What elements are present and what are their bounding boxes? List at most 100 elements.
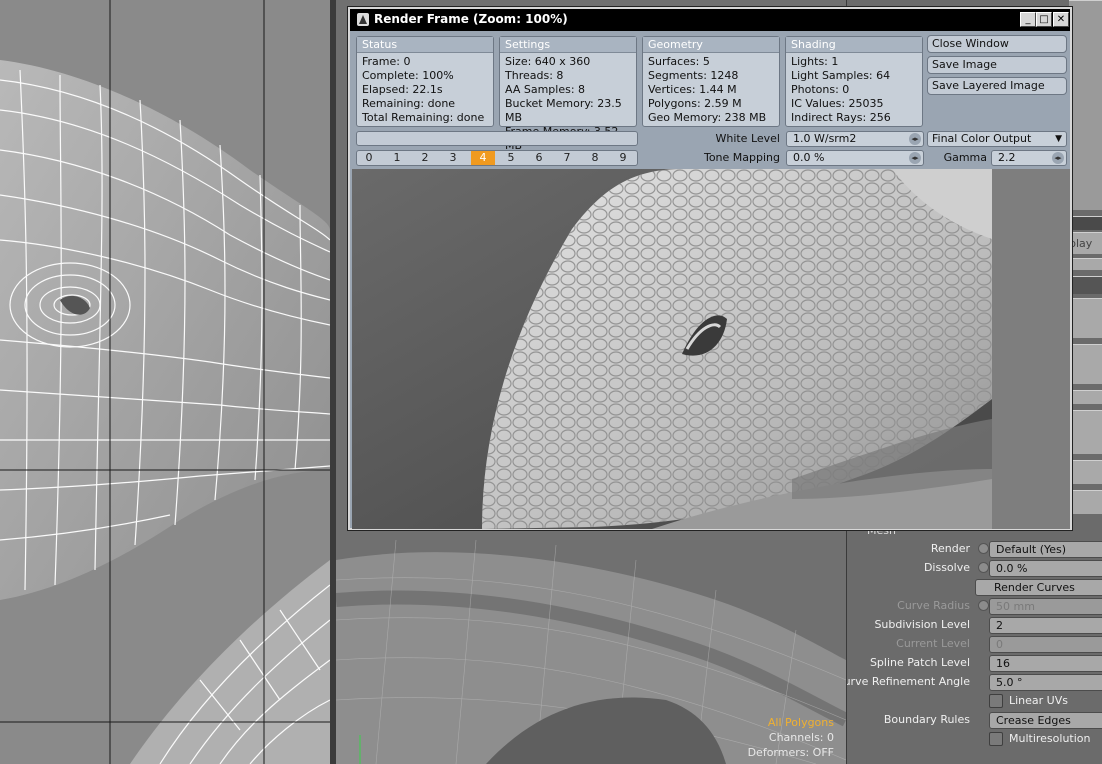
shading-line: Light Samples: 64 xyxy=(791,69,891,82)
geometry-line: Surfaces: 5 xyxy=(648,55,710,68)
shading-line: Photons: 0 xyxy=(791,83,850,96)
spline-patch-level-field[interactable]: 16 xyxy=(989,655,1102,672)
current-level-label: Current Level xyxy=(896,637,970,650)
render-knob[interactable] xyxy=(978,543,989,554)
window-titlebar[interactable]: Render Frame (Zoom: 100%) _ □ ✕ xyxy=(350,9,1070,31)
dissolve-knob[interactable] xyxy=(978,562,989,573)
bucket-button[interactable]: 9 xyxy=(611,151,635,165)
subdivision-level-field[interactable]: 2 xyxy=(989,617,1102,634)
settings-line: Bucket Memory: 23.5 MB xyxy=(505,97,622,124)
minimize-button[interactable]: _ xyxy=(1020,12,1036,27)
tone-mapping-field[interactable]: 0.0 % ◂▸ xyxy=(786,150,924,166)
status-box: Status Frame: 0 Complete: 100% Elapsed: … xyxy=(356,36,494,127)
white-level-value: 1.0 W/srm2 xyxy=(793,132,857,145)
dissolve-field[interactable]: 0.0 % xyxy=(989,560,1102,577)
boundary-rules-label: Boundary Rules xyxy=(883,713,970,726)
render-image-margin xyxy=(992,169,1070,529)
dissolve-row: Dissolve 0.0 % xyxy=(847,559,1102,578)
geometry-line: Geo Memory: 238 MB xyxy=(648,111,767,124)
bucket-button[interactable]: 1 xyxy=(385,151,409,165)
chevron-down-icon: ▼ xyxy=(1055,134,1062,144)
curve-radius-row: Curve Radius 50 mm xyxy=(847,597,1102,616)
maximize-button[interactable]: □ xyxy=(1036,12,1052,27)
uv-viewport[interactable] xyxy=(0,0,330,764)
curve-refinement-angle-field[interactable]: 5.0 ° xyxy=(989,674,1102,691)
multiresolution-row: Multiresolution xyxy=(847,730,1102,749)
panel-tab[interactable]: play xyxy=(1069,232,1102,254)
linear-uvs-checkbox[interactable] xyxy=(989,694,1003,708)
save-layered-image-button[interactable]: Save Layered Image xyxy=(927,77,1067,95)
white-level-label: White Level xyxy=(715,132,780,145)
geometry-line: Polygons: 2.59 M xyxy=(648,97,742,110)
bucket-button[interactable]: 2 xyxy=(413,151,437,165)
render-progress-bar xyxy=(356,131,638,146)
settings-line: AA Samples: 8 xyxy=(505,83,586,96)
curve-radius-knob[interactable] xyxy=(978,600,989,611)
render-field[interactable]: Default (Yes) xyxy=(989,541,1102,558)
close-window-button[interactable]: Close Window xyxy=(927,35,1067,53)
panel-strip xyxy=(1069,410,1102,454)
status-line: Remaining: done xyxy=(362,97,456,110)
curve-refinement-angle-row: Curve Refinement Angle 5.0 ° xyxy=(847,673,1102,692)
spline-patch-level-row: Spline Patch Level 16 xyxy=(847,654,1102,673)
bucket-button[interactable]: 7 xyxy=(555,151,579,165)
panel-strip xyxy=(1069,460,1102,484)
curve-refinement-angle-label: Curve Refinement Angle xyxy=(846,675,970,688)
white-level-field[interactable]: 1.0 W/srm2 ◂▸ xyxy=(786,131,924,147)
panel-strip xyxy=(1069,298,1102,338)
app-icon xyxy=(357,13,369,26)
linear-uvs-label: Linear UVs xyxy=(1009,694,1068,707)
selection-mode[interactable]: All Polygons xyxy=(748,715,834,730)
gamma-field[interactable]: 2.2 ◂▸ xyxy=(991,150,1067,166)
panel-strip xyxy=(1069,0,1102,210)
subdivision-level-label: Subdivision Level xyxy=(874,618,970,631)
window-title: Render Frame (Zoom: 100%) xyxy=(374,12,568,26)
spline-patch-level-label: Spline Patch Level xyxy=(869,656,970,669)
subdivision-level-row: Subdivision Level 2 xyxy=(847,616,1102,635)
tone-mapping-value: 0.0 % xyxy=(793,151,825,164)
bucket-button[interactable]: 8 xyxy=(583,151,607,165)
dragon-render-image xyxy=(352,169,992,529)
bucket-button-active[interactable]: 4 xyxy=(471,151,495,165)
settings-header: Settings xyxy=(500,37,636,53)
status-line: Frame: 0 xyxy=(362,55,411,68)
render-curves-toggle[interactable]: Render Curves xyxy=(975,579,1102,596)
geometry-line: Vertices: 1.44 M xyxy=(648,83,737,96)
dissolve-label: Dissolve xyxy=(923,561,970,574)
render-frame-window[interactable]: Render Frame (Zoom: 100%) _ □ ✕ Status F… xyxy=(348,7,1072,530)
render-label: Render xyxy=(930,542,970,555)
spinner-icon[interactable]: ◂▸ xyxy=(1052,152,1064,164)
panel-strip xyxy=(1069,390,1102,404)
panel-strip xyxy=(1069,276,1102,294)
spinner-icon[interactable]: ◂▸ xyxy=(909,133,921,145)
spinner-icon[interactable]: ◂▸ xyxy=(909,152,921,164)
shading-header: Shading xyxy=(786,37,922,53)
bucket-button[interactable]: 5 xyxy=(499,151,523,165)
bucket-button[interactable]: 0 xyxy=(357,151,381,165)
bucket-button[interactable]: 6 xyxy=(527,151,551,165)
close-icon[interactable]: ✕ xyxy=(1053,12,1069,27)
geometry-header: Geometry xyxy=(643,37,779,53)
save-image-button[interactable]: Save Image xyxy=(927,56,1067,74)
gamma-value: 2.2 xyxy=(998,151,1016,164)
render-row: Render Default (Yes) xyxy=(847,540,1102,559)
tab-label: play xyxy=(1069,237,1093,250)
tone-mapping-label: Tone Mapping xyxy=(703,151,780,164)
settings-line: Threads: 8 xyxy=(505,69,564,82)
settings-line: Size: 640 x 360 xyxy=(505,55,591,68)
panel-strip xyxy=(1069,344,1102,384)
boundary-rules-dropdown[interactable]: Crease Edges xyxy=(989,712,1102,729)
output-dropdown[interactable]: Final Color Output ▼ xyxy=(927,131,1067,147)
curve-radius-field[interactable]: 50 mm xyxy=(989,598,1102,615)
current-level-field[interactable]: 0 xyxy=(989,636,1102,653)
multiresolution-checkbox[interactable] xyxy=(989,732,1003,746)
curve-radius-label: Curve Radius xyxy=(897,599,970,612)
output-value: Final Color Output xyxy=(932,132,1032,145)
multiresolution-label: Multiresolution xyxy=(1009,732,1091,745)
panel-strip xyxy=(1069,258,1102,270)
settings-box: Settings Size: 640 x 360 Threads: 8 AA S… xyxy=(499,36,637,152)
render-image[interactable] xyxy=(352,169,992,529)
shading-line: IC Values: 25035 xyxy=(791,97,884,110)
bucket-button[interactable]: 3 xyxy=(441,151,465,165)
status-header: Status xyxy=(357,37,493,53)
